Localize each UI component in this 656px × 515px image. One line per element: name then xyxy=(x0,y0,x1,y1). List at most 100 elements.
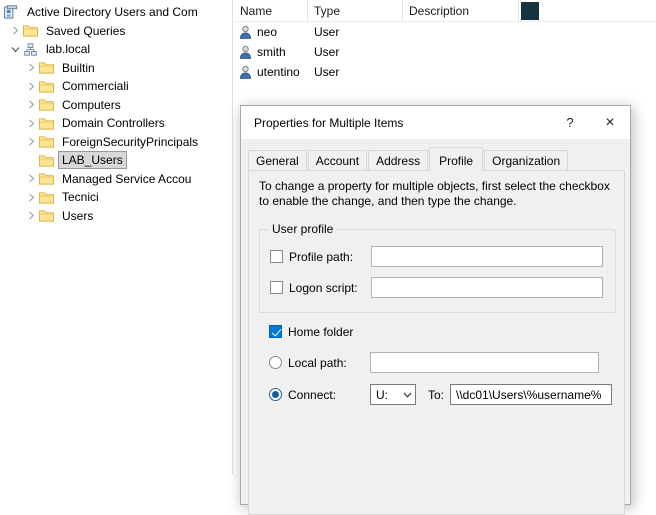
instruction-text: To change a property for multiple object… xyxy=(259,179,614,209)
close-button[interactable]: × xyxy=(594,106,626,139)
dialog-titlebar[interactable]: Properties for Multiple Items ? × xyxy=(241,106,630,139)
properties-dialog: Properties for Multiple Items ? × Genera… xyxy=(240,105,631,505)
user-type: User xyxy=(308,65,403,79)
tree-item-label: Domain Controllers xyxy=(59,115,168,131)
tree-item-label-selected: LAB_Users xyxy=(59,152,126,168)
tree-item-label: Commerciali xyxy=(59,78,132,94)
tab-account[interactable]: Account xyxy=(308,150,367,170)
chevron-right-icon[interactable] xyxy=(23,62,39,74)
folder-icon xyxy=(39,117,54,130)
to-label: To: xyxy=(428,388,444,402)
folder-icon xyxy=(23,24,38,37)
chevron-right-icon[interactable] xyxy=(23,173,39,185)
drive-letter-value: U: xyxy=(371,388,400,402)
list-item-user[interactable]: smith User xyxy=(234,42,656,62)
folder-icon xyxy=(39,61,54,74)
tab-general[interactable]: General xyxy=(248,150,307,170)
column-header-name[interactable]: Name xyxy=(234,0,308,21)
tree-item-label: Active Directory Users and Com xyxy=(24,4,201,20)
column-header-filler xyxy=(519,0,656,21)
tab-profile[interactable]: Profile xyxy=(429,147,483,171)
folder-icon xyxy=(39,80,54,93)
tree-item-users[interactable]: Users xyxy=(0,207,232,226)
tree-item-label: Builtin xyxy=(59,60,98,76)
profile-path-label: Profile path: xyxy=(289,250,371,264)
folder-icon xyxy=(39,135,54,148)
active-directory-icon xyxy=(3,5,19,20)
tree-item-label: Managed Service Accou xyxy=(59,171,194,187)
user-type: User xyxy=(308,45,403,59)
logon-script-label: Logon script: xyxy=(289,281,371,295)
chevron-right-icon[interactable] xyxy=(23,99,39,111)
tree-item-ad-root[interactable]: Active Directory Users and Com xyxy=(0,3,232,22)
chevron-down-icon xyxy=(400,392,415,398)
logon-script-row: Logon script: xyxy=(270,277,603,298)
tree-item-saved-queries[interactable]: Saved Queries xyxy=(0,22,232,41)
home-folder-label: Home folder xyxy=(288,325,353,339)
profile-path-input[interactable] xyxy=(371,246,603,267)
profile-path-row: Profile path: xyxy=(270,246,603,267)
connect-label: Connect: xyxy=(288,388,370,402)
profile-path-checkbox[interactable] xyxy=(270,250,283,263)
chevron-spacer xyxy=(23,154,39,166)
tree-item-tecnici[interactable]: Tecnici xyxy=(0,188,232,207)
tree-item-builtin[interactable]: Builtin xyxy=(0,59,232,78)
tree-item-lab-local[interactable]: lab.local xyxy=(0,40,232,59)
user-name: smith xyxy=(257,45,286,59)
tree-item-label: Saved Queries xyxy=(43,23,128,39)
tab-address[interactable]: Address xyxy=(368,150,428,170)
drive-letter-select[interactable]: U: xyxy=(370,384,416,405)
local-path-input[interactable] xyxy=(370,352,599,373)
console-tree: Active Directory Users and Com Saved Que… xyxy=(0,0,233,474)
logon-script-input[interactable] xyxy=(371,277,603,298)
profile-tab-panel: To change a property for multiple object… xyxy=(248,170,625,515)
folder-icon xyxy=(39,191,54,204)
user-icon xyxy=(239,45,252,59)
user-icon xyxy=(239,25,252,39)
tab-strip: General Account Address Profile Organiza… xyxy=(248,147,569,171)
tree-item-label: ForeignSecurityPrincipals xyxy=(59,134,201,150)
home-folder-row: Home folder xyxy=(269,321,612,342)
user-name: neo xyxy=(257,25,277,39)
tree-item-computers[interactable]: Computers xyxy=(0,96,232,115)
chevron-right-icon[interactable] xyxy=(23,210,39,222)
tree-item-lab-users[interactable]: LAB_Users xyxy=(0,151,232,170)
tree-item-label: Tecnici xyxy=(59,189,102,205)
chevron-right-icon[interactable] xyxy=(23,191,39,203)
tab-organization[interactable]: Organization xyxy=(484,150,568,170)
chevron-right-icon[interactable] xyxy=(23,136,39,148)
folder-icon xyxy=(39,154,54,167)
tree-item-commerciali[interactable]: Commerciali xyxy=(0,77,232,96)
home-folder-checkbox[interactable] xyxy=(269,325,282,338)
group-label: User profile xyxy=(268,222,337,236)
list-item-user[interactable]: utentino User xyxy=(234,62,656,82)
logon-script-checkbox[interactable] xyxy=(270,281,283,294)
help-button[interactable]: ? xyxy=(554,106,586,139)
tree-item-label: Computers xyxy=(59,97,124,113)
local-path-row: Local path: xyxy=(269,352,612,373)
user-profile-group: User profile Profile path: Logon script: xyxy=(259,229,616,313)
tree-item-managed-service-accounts[interactable]: Managed Service Accou xyxy=(0,170,232,189)
tree-item-foreign-security-principals[interactable]: ForeignSecurityPrincipals xyxy=(0,133,232,152)
chevron-down-icon[interactable] xyxy=(7,43,23,55)
local-path-radio[interactable] xyxy=(269,356,282,369)
column-header-description[interactable]: Description xyxy=(403,0,519,21)
user-icon xyxy=(239,65,252,79)
domain-icon xyxy=(23,43,38,56)
column-header-type[interactable]: Type xyxy=(308,0,403,21)
chevron-right-icon[interactable] xyxy=(7,25,23,37)
folder-icon xyxy=(39,172,54,185)
chevron-right-icon[interactable] xyxy=(23,80,39,92)
list-item-user[interactable]: neo User xyxy=(234,22,656,42)
local-path-label: Local path: xyxy=(288,356,370,370)
user-type: User xyxy=(308,25,403,39)
background-window-fragment xyxy=(521,2,539,20)
home-folder-path-input[interactable] xyxy=(450,384,612,405)
connect-row: Connect: U: To: xyxy=(269,384,612,405)
tree-item-label: Users xyxy=(59,208,96,224)
tree-item-domain-controllers[interactable]: Domain Controllers xyxy=(0,114,232,133)
folder-icon xyxy=(39,209,54,222)
chevron-right-icon[interactable] xyxy=(23,117,39,129)
connect-radio[interactable] xyxy=(269,388,282,401)
tree-item-label: lab.local xyxy=(43,41,93,57)
